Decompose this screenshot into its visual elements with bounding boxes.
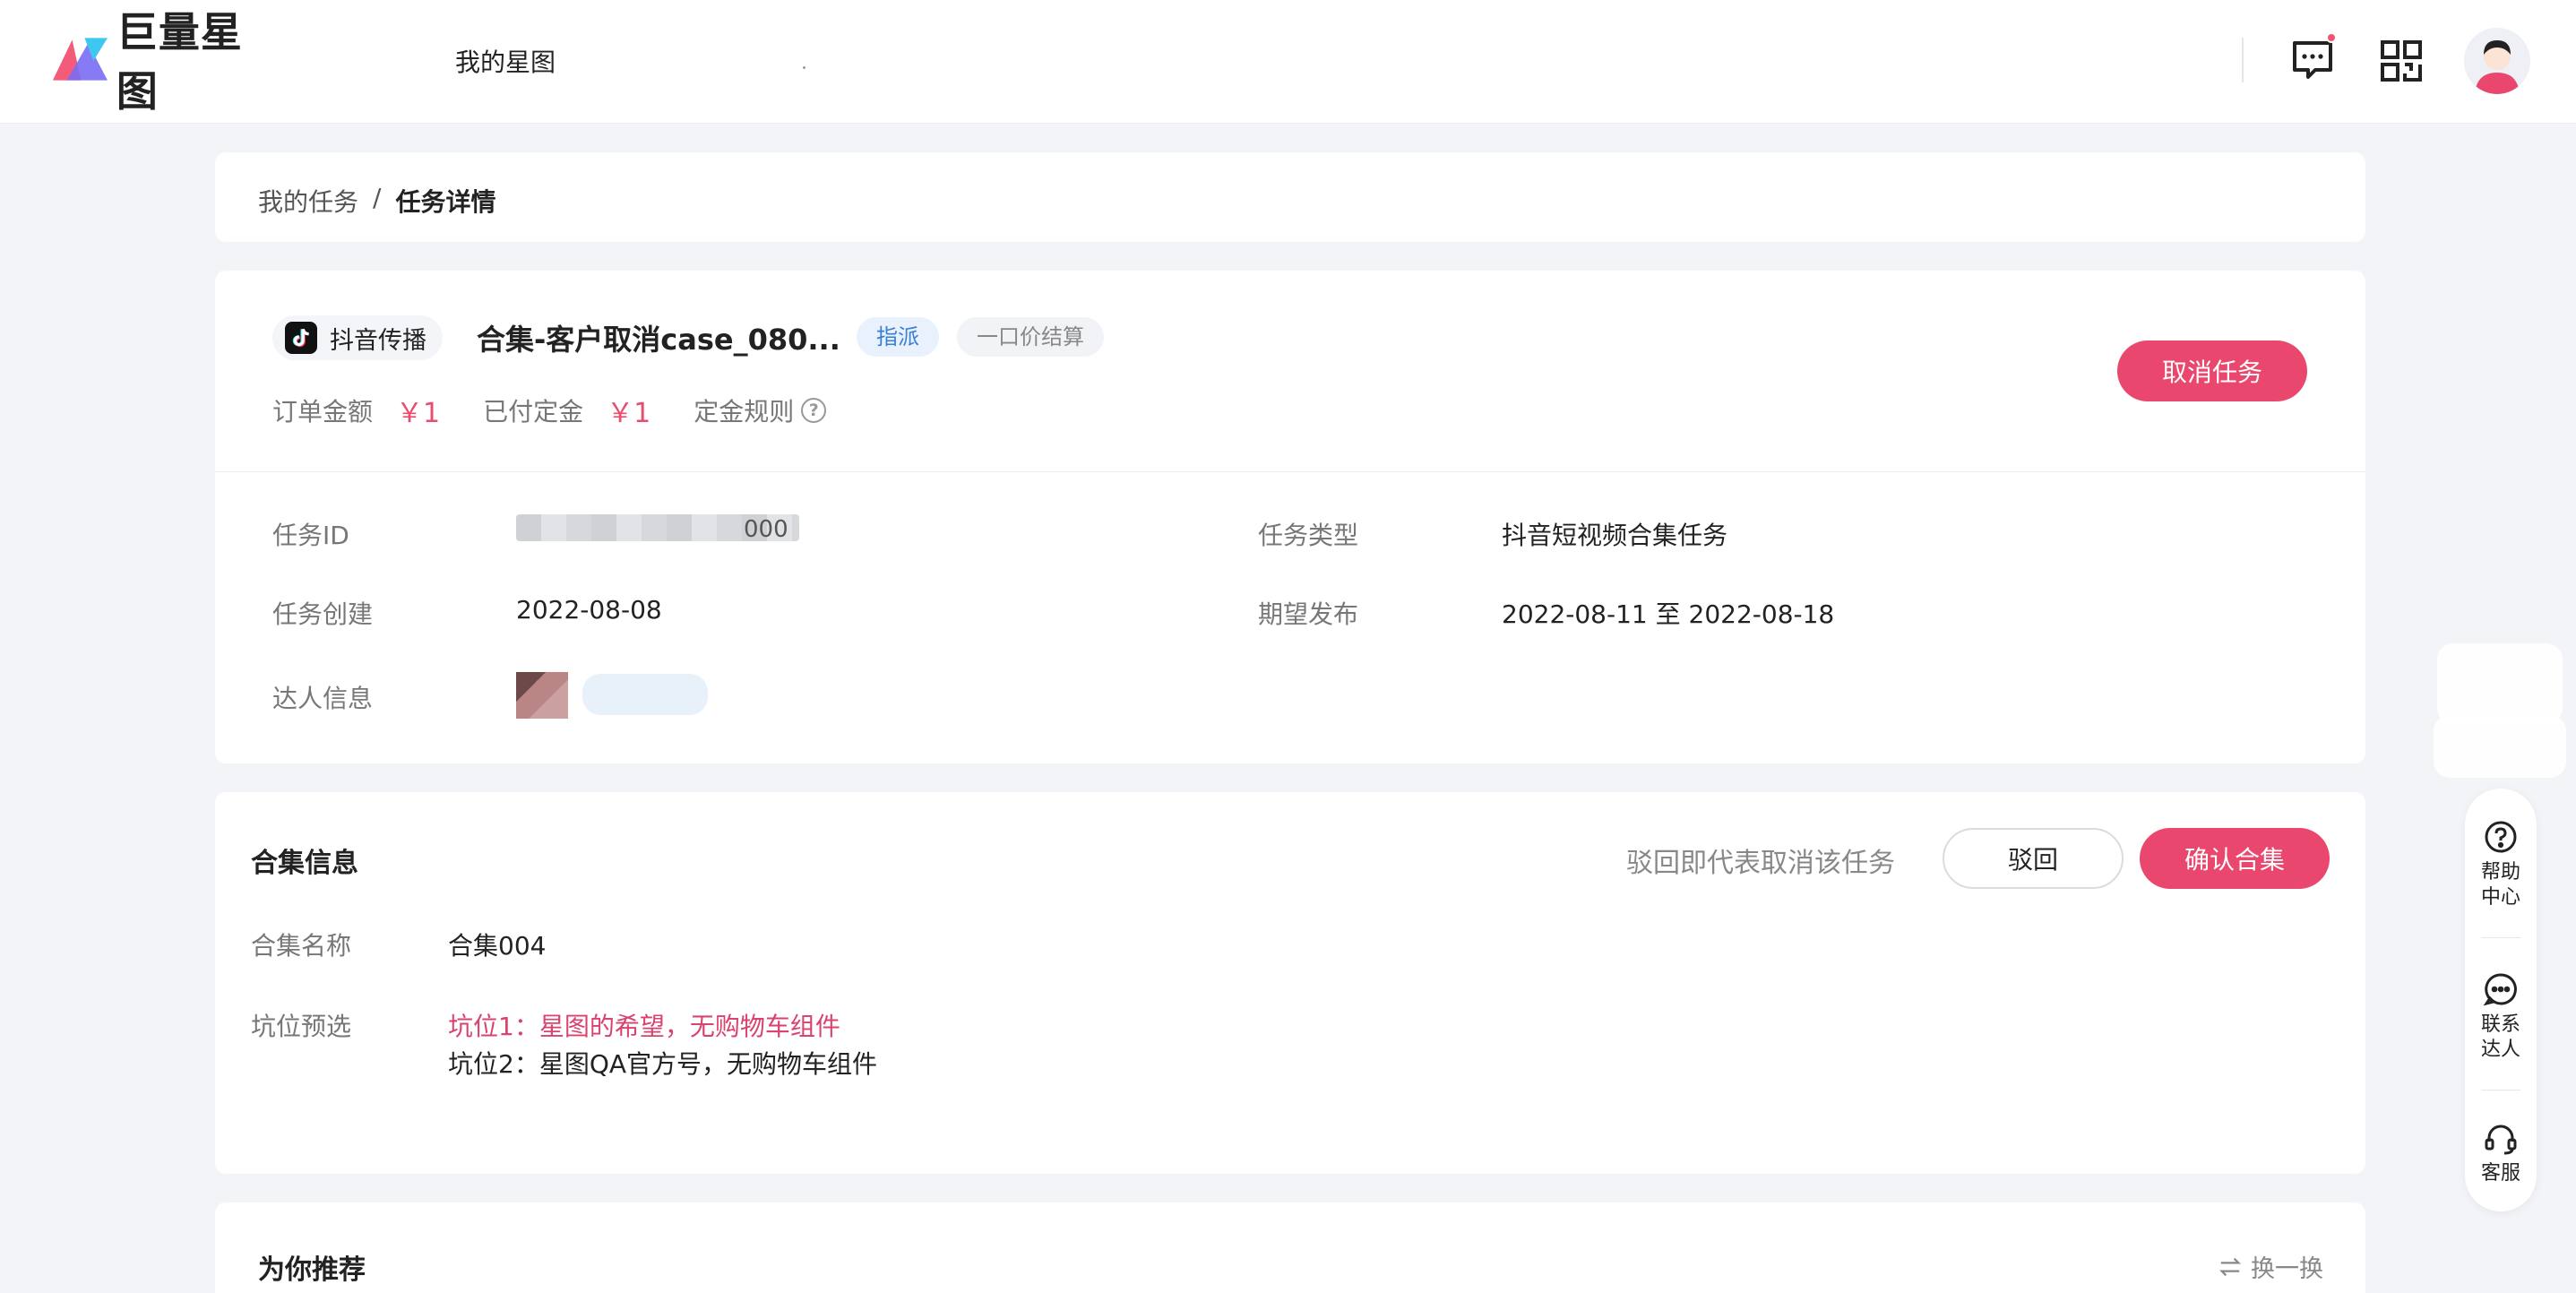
recommend-title: 为你推荐: [258, 1254, 366, 1286]
nav-dot: [803, 66, 806, 69]
deposit-label: 已付定金: [483, 397, 584, 427]
collection-name-label: 合集名称: [251, 931, 352, 961]
deposit-rule[interactable]: 定金规则 ?: [694, 392, 827, 428]
amount-row: 订单金额 ￥1 已付定金 ￥1 定金规则 ?: [272, 391, 827, 430]
recommend-card: 为你推荐 换一换: [215, 1202, 2365, 1293]
order-amount-label: 订单金额: [272, 397, 374, 427]
collection-name-value: 合集004: [448, 931, 547, 961]
breadcrumb-card: 我的任务 / 任务详情: [215, 152, 2365, 242]
brand-name: 巨量星图: [116, 8, 243, 116]
message-badge: [2326, 32, 2337, 43]
task-type-label: 任务类型: [1258, 521, 1359, 550]
task-type-value: 抖音短视频合集任务: [1502, 521, 1728, 550]
slot-item: 坑位2：星图QA官方号，无购物车组件: [448, 1049, 878, 1079]
help-icon: [2485, 821, 2517, 853]
help-center-button[interactable]: 帮助 中心: [2465, 819, 2537, 910]
task-title: 合集-客户取消case_080...: [477, 323, 840, 357]
deposit-value: ￥1: [607, 398, 651, 429]
expected-publish-value: 2022-08-11 至 2022-08-18: [1502, 599, 1835, 629]
message-icon[interactable]: [2290, 32, 2337, 82]
douyin-icon: [285, 322, 317, 354]
deposit-rule-label: 定金规则: [694, 397, 795, 427]
question-icon[interactable]: ?: [801, 398, 827, 423]
customer-service-button[interactable]: 客服: [2465, 1120, 2537, 1186]
talent-avatar[interactable]: [516, 672, 568, 719]
refresh-button[interactable]: 换一换: [2218, 1249, 2323, 1284]
service-label: 客服: [2480, 1162, 2520, 1185]
float-divider: [2481, 937, 2520, 938]
slot-item: 坑位1：星图的希望，无购物车组件: [448, 1012, 840, 1041]
help-label-2: 中心: [2480, 886, 2520, 909]
nav-my-xingtu[interactable]: 我的星图: [455, 43, 556, 79]
slot-preselect-label: 坑位预选: [251, 1012, 352, 1041]
breadcrumb-separator: /: [373, 183, 382, 212]
task-id-label: 任务ID: [272, 521, 349, 550]
top-header: 巨量星图 我的星图: [0, 0, 2576, 123]
contact-talent-button[interactable]: 联系 达人: [2465, 971, 2537, 1063]
chat-icon: [2483, 973, 2517, 1006]
reject-button[interactable]: 驳回: [1943, 828, 2124, 889]
price-type-tag: 一口价结算: [957, 317, 1104, 357]
talent-info-label: 达人信息: [272, 684, 374, 713]
brand-logo[interactable]: 巨量星图: [49, 8, 282, 116]
qr-code-icon[interactable]: [2380, 39, 2423, 82]
floating-sidebar: 帮助 中心 联系 达人 客服: [2465, 789, 2537, 1211]
task-created-value: 2022-08-08: [516, 595, 662, 625]
brand-logo-icon: [52, 38, 108, 81]
breadcrumb-current: 任务详情: [395, 187, 496, 217]
platform-tag: 抖音传播: [272, 315, 443, 360]
order-amount-value: ￥1: [396, 398, 441, 429]
divider: [215, 471, 2365, 472]
task-id-tail: 000: [744, 516, 788, 543]
contact-label-1: 联系: [2480, 1013, 2520, 1036]
expected-publish-label: 期望发布: [1258, 599, 1359, 629]
swap-icon: [2219, 1257, 2241, 1276]
floating-panel-ghost: [2434, 715, 2566, 778]
headset-icon: [2485, 1125, 2517, 1155]
user-avatar[interactable]: [2464, 28, 2530, 94]
reject-tip: 驳回即代表取消该任务: [1626, 848, 1895, 879]
platform-label: 抖音传播: [330, 326, 426, 355]
floating-panel-ghost: [2437, 643, 2563, 724]
collection-title: 合集信息: [251, 848, 358, 879]
collection-info-card: 合集信息 驳回即代表取消该任务 驳回 确认合集 合集名称 合集004 坑位预选 …: [215, 792, 2365, 1174]
contact-label-2: 达人: [2480, 1039, 2520, 1061]
confirm-collection-button[interactable]: 确认合集: [2140, 828, 2330, 889]
breadcrumb: 我的任务 / 任务详情: [258, 183, 495, 219]
help-label-1: 帮助: [2480, 861, 2520, 884]
refresh-label: 换一换: [2251, 1255, 2323, 1283]
cancel-task-button[interactable]: 取消任务: [2117, 340, 2307, 401]
breadcrumb-parent[interactable]: 我的任务: [258, 183, 358, 219]
task-created-label: 任务创建: [272, 599, 374, 629]
assign-tag: 指派: [857, 317, 939, 357]
task-detail-card: 抖音传播 合集-客户取消case_080... 指派 一口价结算 订单金额 ￥1…: [215, 271, 2365, 763]
header-divider: [2242, 38, 2244, 82]
talent-name-redacted[interactable]: [582, 674, 708, 715]
